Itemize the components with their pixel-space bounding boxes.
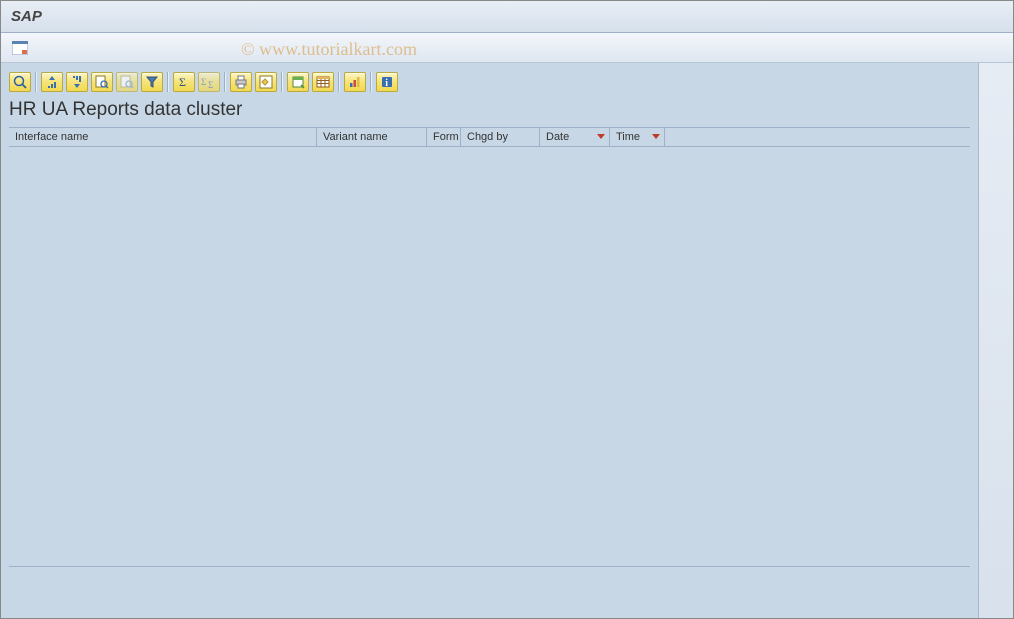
grid-body [9, 147, 970, 567]
column-header[interactable]: Date [540, 128, 610, 146]
toolbar-separator [167, 72, 169, 92]
application-toolbar [1, 33, 1013, 63]
alv-toolbar: Σ ΣΣ i [9, 71, 970, 93]
toolbar-separator [224, 72, 226, 92]
column-header[interactable]: Chgd by [461, 128, 540, 146]
toolbar-separator [281, 72, 283, 92]
view-switch-button[interactable] [255, 72, 277, 92]
subtotal-button[interactable]: ΣΣ [198, 72, 220, 92]
column-header[interactable]: Form [427, 128, 461, 146]
info-button[interactable]: i [376, 72, 398, 92]
toolbar-separator [370, 72, 372, 92]
column-header[interactable]: Time [610, 128, 665, 146]
window-titlebar: SAP [1, 1, 1013, 33]
toolbar-separator [338, 72, 340, 92]
find-button[interactable] [91, 72, 113, 92]
window-title: SAP [11, 8, 42, 25]
column-header[interactable]: Interface name [9, 128, 317, 146]
sort-ascending-button[interactable] [41, 72, 63, 92]
main-area: Σ ΣΣ i [1, 63, 979, 618]
details-button[interactable] [9, 72, 31, 92]
toolbar-separator [35, 72, 37, 92]
export-button[interactable] [287, 72, 309, 92]
report-title: HR UA Reports data cluster [9, 99, 970, 121]
svg-text:Σ: Σ [208, 80, 213, 89]
svg-text:i: i [385, 78, 388, 89]
find-next-button[interactable] [116, 72, 138, 92]
total-button[interactable]: Σ [173, 72, 195, 92]
svg-text:Σ: Σ [201, 77, 206, 87]
content-wrapper: Σ ΣΣ i [1, 63, 1013, 618]
grid-column-headers: Interface nameVariant nameFormChgd byDat… [9, 127, 970, 147]
set-filter-button[interactable] [141, 72, 163, 92]
graphic-button[interactable] [344, 72, 366, 92]
svg-text:Σ: Σ [179, 75, 186, 89]
print-button[interactable] [230, 72, 252, 92]
column-header[interactable]: Variant name [317, 128, 427, 146]
layout-icon[interactable] [9, 37, 31, 59]
right-sidebar-strip [979, 63, 1013, 618]
sort-descending-button[interactable] [66, 72, 88, 92]
select-layout-button[interactable] [312, 72, 334, 92]
